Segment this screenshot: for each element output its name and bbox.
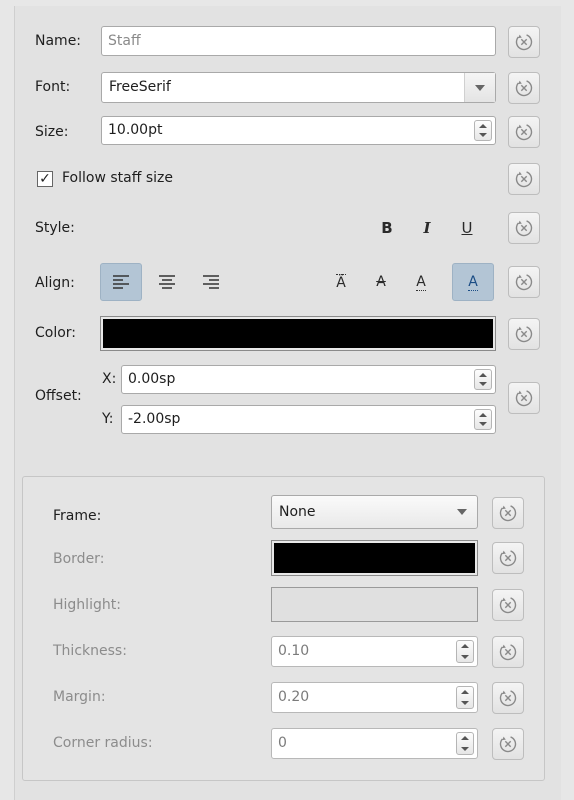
reset-icon [514, 272, 534, 292]
frame-select[interactable]: None [271, 495, 478, 529]
spin-arrows-icon[interactable] [474, 369, 492, 390]
reset-icon [514, 324, 534, 344]
reset-offset-button[interactable] [508, 382, 540, 414]
reset-icon [514, 169, 534, 189]
reset-frame-button[interactable] [492, 497, 524, 529]
margin-value: 0.20 [278, 689, 310, 705]
border-label: Border: [53, 551, 105, 567]
offset-y-value: -2.00sp [128, 411, 181, 427]
offset-x-value: 0.00sp [128, 371, 176, 387]
reset-color-button[interactable] [508, 318, 540, 350]
corner-radius-label: Corner radius: [53, 735, 153, 751]
italic-icon: I [423, 219, 431, 237]
name-input[interactable]: Staff [101, 26, 496, 56]
align-center-button[interactable] [146, 263, 188, 301]
reset-font-button[interactable] [508, 72, 540, 104]
align-bottom-icon: A [468, 273, 478, 291]
font-label: Font: [35, 79, 71, 95]
style-label: Style: [35, 220, 75, 236]
reset-icon [514, 78, 534, 98]
reset-border-button[interactable] [492, 542, 524, 574]
size-value: 10.00pt [108, 122, 163, 138]
bold-icon: B [381, 219, 393, 237]
corner-radius-value: 0 [278, 735, 287, 751]
spin-arrows-icon[interactable] [474, 120, 492, 141]
align-vcenter-button[interactable]: A [360, 263, 402, 301]
border-color-swatch[interactable] [271, 540, 478, 576]
reset-icon [498, 734, 518, 754]
reset-corner-radius-button[interactable] [492, 728, 524, 760]
reset-style-button[interactable] [508, 212, 540, 244]
reset-icon [514, 218, 534, 238]
reset-icon [514, 122, 534, 142]
align-baseline-icon: A [416, 273, 426, 291]
font-select[interactable]: FreeSerif [101, 72, 496, 103]
reset-follow-staff-size-button[interactable] [508, 163, 540, 195]
align-bottom-button[interactable]: A [452, 263, 494, 301]
font-select-value: FreeSerif [109, 79, 171, 95]
thickness-label: Thickness: [53, 643, 127, 659]
margin-spinbox[interactable]: 0.20 [271, 682, 478, 713]
reset-icon [514, 32, 534, 52]
align-right-icon [203, 275, 219, 289]
color-swatch-button[interactable] [100, 316, 496, 351]
reset-icon [498, 595, 518, 615]
reset-highlight-button[interactable] [492, 589, 524, 621]
spin-arrows-icon[interactable] [456, 640, 474, 663]
chevron-down-icon [464, 73, 495, 102]
reset-align-button[interactable] [508, 266, 540, 298]
align-left-button[interactable] [100, 263, 142, 301]
highlight-color-swatch[interactable] [271, 587, 478, 622]
reset-thickness-button[interactable] [492, 636, 524, 668]
reset-size-button[interactable] [508, 116, 540, 148]
reset-name-button[interactable] [508, 26, 540, 58]
align-left-icon [113, 275, 129, 289]
offset-label: Offset: [35, 388, 82, 404]
spin-arrows-icon[interactable] [456, 686, 474, 709]
thickness-spinbox[interactable]: 0.10 [271, 636, 478, 667]
align-vcenter-icon: A [376, 274, 386, 290]
reset-margin-button[interactable] [492, 682, 524, 714]
size-spinbox[interactable]: 10.00pt [101, 116, 496, 145]
align-top-button[interactable]: Ä [320, 263, 362, 301]
color-label: Color: [35, 325, 77, 341]
spin-arrows-icon[interactable] [474, 409, 492, 430]
align-baseline-button[interactable]: A [400, 263, 442, 301]
align-right-button[interactable] [190, 263, 232, 301]
italic-button[interactable]: I [406, 209, 448, 247]
reset-icon [498, 642, 518, 662]
underline-button[interactable]: U [446, 209, 488, 247]
follow-staff-size-label: Follow staff size [62, 170, 173, 186]
frame-select-value: None [279, 504, 316, 520]
reset-icon [498, 688, 518, 708]
frame-label: Frame: [53, 508, 102, 524]
offset-x-spinbox[interactable]: 0.00sp [121, 365, 496, 394]
thickness-value: 0.10 [278, 643, 310, 659]
size-label: Size: [35, 124, 69, 140]
offset-x-label: X: [102, 371, 117, 387]
underline-icon: U [461, 219, 473, 237]
follow-staff-size-checkbox[interactable]: ✓ [37, 171, 53, 187]
bold-button[interactable]: B [366, 209, 408, 247]
offset-y-label: Y: [102, 411, 114, 427]
offset-y-spinbox[interactable]: -2.00sp [121, 405, 496, 434]
margin-label: Margin: [53, 689, 106, 705]
corner-radius-spinbox[interactable]: 0 [271, 728, 478, 759]
reset-icon [514, 388, 534, 408]
name-label: Name: [35, 33, 82, 49]
reset-icon [498, 503, 518, 523]
align-center-icon [159, 275, 175, 289]
align-label: Align: [35, 275, 75, 291]
chevron-down-icon [447, 496, 477, 528]
align-top-icon: Ä [336, 273, 346, 291]
spin-arrows-icon[interactable] [456, 732, 474, 755]
reset-icon [498, 548, 518, 568]
highlight-label: Highlight: [53, 597, 121, 613]
